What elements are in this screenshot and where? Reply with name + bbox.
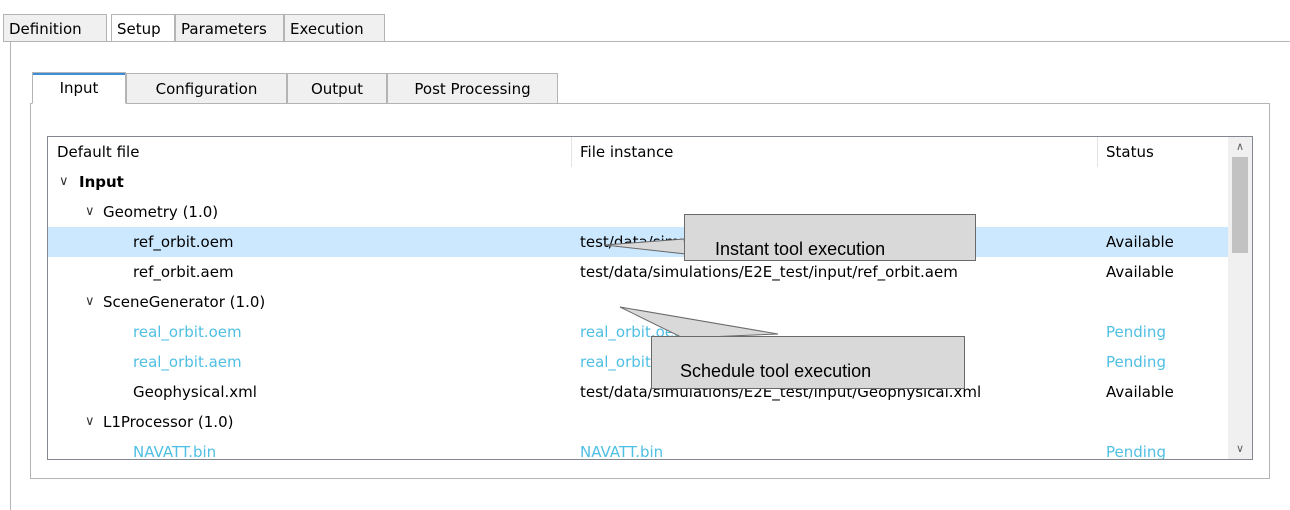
callout-pointers: [604, 238, 779, 339]
callout-instant-tool-execution: Instant tool execution: [684, 214, 976, 261]
schedule-callout-pointer: [619, 306, 779, 339]
callout-text: Instant tool execution: [715, 239, 886, 259]
callout-schedule-tool-execution: Schedule tool execution: [651, 336, 965, 389]
instant-callout-pointer: [604, 238, 687, 255]
callout-text: Schedule tool execution: [680, 361, 872, 381]
